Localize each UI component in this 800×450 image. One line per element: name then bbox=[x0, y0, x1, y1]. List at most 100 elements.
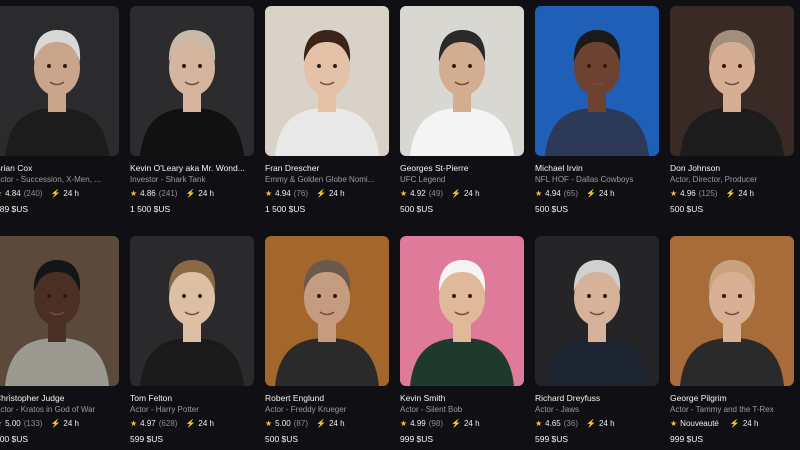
lightning-icon: ⚡ bbox=[585, 419, 596, 428]
response-time: 24 h bbox=[463, 189, 480, 198]
talent-photo[interactable] bbox=[0, 6, 119, 156]
talent-card[interactable]: Brian Cox Actor - Succession, X-Men, ...… bbox=[0, 6, 119, 218]
talent-price: 589 $US bbox=[0, 204, 29, 214]
lightning-icon: ⚡ bbox=[315, 189, 326, 198]
talent-name[interactable]: Georges St-Pierre bbox=[400, 163, 524, 174]
talent-photo[interactable] bbox=[400, 6, 524, 156]
talent-role: UFC Legend bbox=[400, 175, 446, 184]
portrait-image bbox=[535, 236, 659, 386]
response-time: 24 h bbox=[198, 419, 214, 428]
star-icon: ★ bbox=[0, 417, 2, 430]
talent-photo[interactable] bbox=[0, 236, 119, 386]
rating-value: 4.94 bbox=[545, 189, 561, 198]
talent-photo[interactable] bbox=[400, 236, 524, 386]
talent-name[interactable]: Don Johnson bbox=[670, 163, 794, 174]
talent-card[interactable]: Georges St-Pierre UFC Legend ★ 4.92 (49)… bbox=[400, 6, 524, 218]
response-time: 24 h bbox=[198, 189, 214, 198]
rating-value: 4.65 bbox=[545, 419, 561, 428]
talent-photo[interactable] bbox=[130, 236, 254, 386]
talent-meta: ★ 4.97 (628) ⚡ 24 h bbox=[130, 417, 254, 430]
response-time: 24 h bbox=[463, 419, 480, 428]
lightning-icon: ⚡ bbox=[315, 419, 326, 428]
lightning-icon: ⚡ bbox=[725, 189, 736, 198]
star-icon: ★ bbox=[400, 419, 408, 428]
rating-value: 4.84 bbox=[5, 189, 21, 198]
review-count: (240) bbox=[23, 189, 43, 198]
talent-photo[interactable] bbox=[265, 6, 389, 156]
talent-name[interactable]: Fran Drescher bbox=[265, 163, 389, 174]
response-time: 24 h bbox=[328, 419, 345, 428]
talent-name[interactable]: Michael Irvin bbox=[535, 163, 659, 174]
talent-role: Actor - Harry Potter bbox=[130, 405, 199, 414]
response-time: 24 h bbox=[63, 189, 79, 198]
talent-card[interactable]: George Pilgrim Actor - Tammy and the T-R… bbox=[670, 236, 794, 448]
talent-role: Investor - Shark Tank bbox=[130, 175, 206, 184]
talent-name[interactable]: Kevin O'Leary aka Mr. Wond... bbox=[130, 163, 254, 174]
review-count: (628) bbox=[158, 419, 178, 428]
lightning-icon: ⚡ bbox=[50, 189, 61, 198]
portrait-image bbox=[670, 6, 794, 156]
talent-card[interactable]: Michael Irvin NFL HOF - Dallas Cowboys ★… bbox=[535, 6, 659, 218]
lightning-icon: ⚡ bbox=[729, 419, 740, 428]
talent-name[interactable]: Robert Englund bbox=[265, 393, 389, 404]
talent-card[interactable]: Kevin Smith Actor - Silent Bob ★ 4.99 (9… bbox=[400, 236, 524, 448]
rating-value: 4.92 bbox=[410, 189, 426, 198]
rating-value: 4.96 bbox=[680, 189, 696, 198]
rating-value: 4.94 bbox=[275, 189, 291, 198]
talent-photo[interactable] bbox=[670, 6, 794, 156]
star-icon: ★ bbox=[0, 187, 2, 200]
talent-card[interactable]: Tom Felton Actor - Harry Potter ★ 4.97 (… bbox=[130, 236, 254, 448]
talent-name[interactable]: Tom Felton bbox=[130, 393, 254, 404]
talent-card[interactable]: Fran Drescher Emmy & Golden Globe Nomi..… bbox=[265, 6, 389, 218]
review-count: (133) bbox=[23, 419, 43, 428]
star-icon: ★ bbox=[265, 189, 273, 198]
response-time: 24 h bbox=[63, 419, 79, 428]
talent-meta: ★ 4.94 (65) ⚡ 24 h bbox=[535, 187, 659, 200]
talent-card[interactable]: Kevin O'Leary aka Mr. Wond... Investor -… bbox=[130, 6, 254, 218]
talent-photo[interactable] bbox=[535, 236, 659, 386]
talent-price: 500 $US bbox=[535, 204, 569, 214]
talent-card[interactable]: Christopher Judge Actor - Kratos in God … bbox=[0, 236, 119, 448]
talent-meta: ★ 4.99 (98) ⚡ 24 h bbox=[400, 417, 524, 430]
portrait-image bbox=[535, 6, 659, 156]
lightning-icon: ⚡ bbox=[450, 189, 461, 198]
talent-card[interactable]: Robert Englund Actor - Freddy Krueger ★ … bbox=[265, 236, 389, 448]
talent-role: Emmy & Golden Globe Nomi... bbox=[265, 175, 375, 184]
talent-price: 599 $US bbox=[535, 434, 569, 444]
lightning-icon: ⚡ bbox=[50, 419, 61, 428]
talent-name[interactable]: Brian Cox bbox=[0, 163, 119, 174]
response-time: 24 h bbox=[598, 419, 615, 428]
talent-photo[interactable] bbox=[130, 6, 254, 156]
review-count: (36) bbox=[563, 419, 578, 428]
talent-meta: ★ Nouveauté ⚡ 24 h bbox=[670, 417, 794, 430]
talent-photo[interactable] bbox=[670, 236, 794, 386]
star-icon: ★ bbox=[670, 419, 678, 428]
talent-price: 500 $US bbox=[265, 434, 299, 444]
talent-meta: ★ 4.96 (125) ⚡ 24 h bbox=[670, 187, 794, 200]
star-icon: ★ bbox=[130, 419, 138, 428]
star-icon: ★ bbox=[130, 189, 138, 198]
lightning-icon: ⚡ bbox=[585, 189, 596, 198]
talent-name[interactable]: Richard Dreyfuss bbox=[535, 393, 659, 404]
talent-name[interactable]: Christopher Judge bbox=[0, 393, 119, 404]
review-count: (241) bbox=[158, 189, 178, 198]
talent-name[interactable]: George Pilgrim bbox=[670, 393, 794, 404]
star-icon: ★ bbox=[265, 419, 273, 428]
talent-price: 599 $US bbox=[130, 434, 164, 444]
talent-meta: ★ 4.92 (49) ⚡ 24 h bbox=[400, 187, 524, 200]
talent-photo[interactable] bbox=[535, 6, 659, 156]
review-count: (49) bbox=[428, 189, 443, 198]
portrait-image bbox=[400, 6, 524, 156]
star-icon: ★ bbox=[400, 189, 408, 198]
talent-meta: ★ 4.65 (36) ⚡ 24 h bbox=[535, 417, 659, 430]
talent-name[interactable]: Kevin Smith bbox=[400, 393, 524, 404]
talent-card[interactable]: Don Johnson Actor, Director, Producer ★ … bbox=[670, 6, 794, 218]
review-count: (65) bbox=[563, 189, 578, 198]
lightning-icon: ⚡ bbox=[185, 419, 196, 428]
talent-meta: ★ 4.86 (241) ⚡ 24 h bbox=[130, 187, 254, 200]
talent-card[interactable]: Richard Dreyfuss Actor - Jaws ★ 4.65 (36… bbox=[535, 236, 659, 448]
rating-value: 4.86 bbox=[140, 189, 156, 198]
rating-value: 4.99 bbox=[410, 419, 426, 428]
portrait-image bbox=[265, 6, 389, 156]
talent-photo[interactable] bbox=[265, 236, 389, 386]
